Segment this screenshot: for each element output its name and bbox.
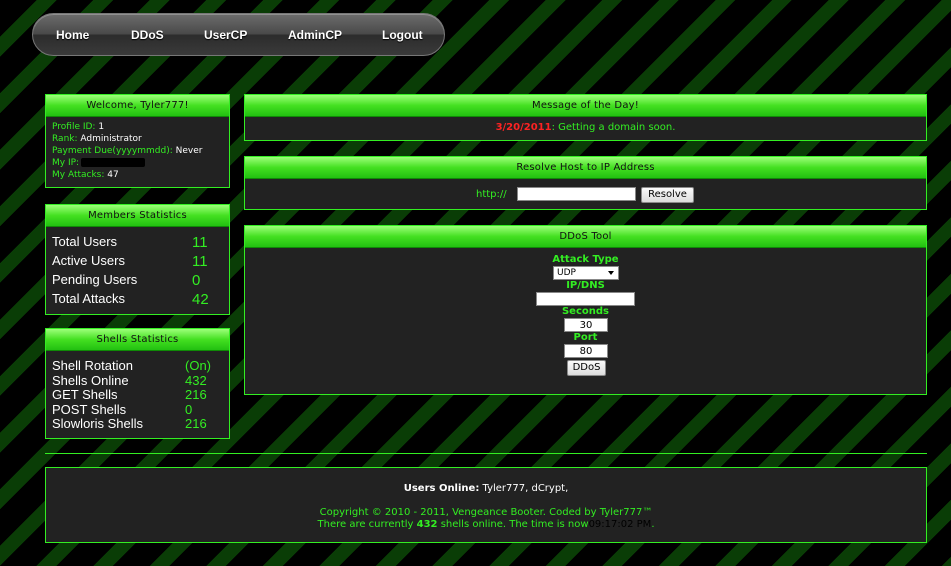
ddos-tool-panel: DDoS Tool Attack Type UDP IP/DNS Seconds… [244, 225, 927, 395]
motd-message: : Getting a domain soon. [551, 122, 676, 133]
resolve-title: Resolve Host to IP Address [245, 157, 926, 179]
shell-row: Shells Online 432 [46, 373, 229, 388]
members-statistics-title: Members Statistics [46, 205, 229, 227]
resolve-host-input[interactable] [517, 187, 636, 201]
welcome-title: Welcome, Tyler777! [46, 95, 229, 117]
motd-date: 3/20/2011 [495, 122, 552, 133]
motd-panel: Message of the Day! 3/20/2011: Getting a… [244, 94, 927, 141]
nav-usercp-link[interactable]: UserCP [204, 28, 247, 42]
port-input[interactable] [564, 344, 608, 358]
stat-row: Total Users 11 [46, 234, 229, 253]
shell-label: Shells Online [52, 372, 129, 388]
shell-label: Slowloris Shells [52, 416, 144, 432]
attack-type-label: Attack Type [552, 254, 619, 265]
welcome-panel: Welcome, Tyler777! Profile ID: 1 Rank: A… [45, 94, 230, 188]
shell-label: Shell Rotation [52, 358, 133, 373]
shell-value: 432 [185, 372, 207, 388]
shells-statistics-title: Shells Statistics [46, 329, 229, 351]
attack-type-value: UDP [557, 268, 576, 278]
stat-label: Pending Users [52, 272, 138, 287]
attack-type-select[interactable]: UDP [553, 266, 619, 280]
members-statistics-panel: Members Statistics Total Users 11 Active … [45, 204, 230, 315]
stat-label: Total Attacks [52, 291, 125, 306]
users-online-line: Users Online: Tyler777, dCrypt, [46, 483, 926, 494]
footer-end: . [651, 519, 655, 530]
payment-due-value: Never [175, 146, 203, 156]
stat-value: 0 [192, 272, 201, 289]
nav-logout-link[interactable]: Logout [382, 28, 423, 42]
redacted-ip [81, 158, 146, 167]
nav-ddos-link[interactable]: DDoS [131, 28, 164, 42]
top-nav-bar: Home DDoS UserCP AdminCP Logout [32, 13, 445, 56]
shell-row: GET Shells 216 [46, 387, 229, 402]
ip-dns-label: IP/DNS [566, 280, 605, 291]
my-ip-label: My IP: [52, 158, 80, 168]
shells-online-suffix: shells online. The time is now [440, 519, 589, 530]
chevron-down-icon [608, 271, 614, 275]
current-time: 09:17:02 PM [588, 519, 652, 530]
shell-row: Shell Rotation (On) [46, 358, 229, 373]
shell-label: POST Shells [52, 401, 127, 417]
welcome-body: Profile ID: 1 Rank: Administrator Paymen… [46, 117, 229, 185]
copyright-text: Copyright © 2010 - 2011, Vengeance Boote… [319, 507, 653, 518]
nav-home-link[interactable]: Home [56, 28, 89, 42]
users-online-label: Users Online: [403, 483, 480, 494]
shells-online-count: 432 [416, 519, 438, 530]
my-attacks-value: 47 [107, 170, 119, 180]
ddos-tool-title: DDoS Tool [245, 226, 926, 248]
shell-value: 0 [185, 401, 193, 417]
motd-body: 3/20/2011: Getting a domain soon. [245, 117, 926, 139]
ip-dns-input[interactable] [536, 292, 635, 306]
my-attacks-label: My Attacks: [52, 170, 105, 180]
stat-row: Active Users 11 [46, 253, 229, 272]
ddos-submit-button[interactable]: DDoS [567, 360, 606, 376]
stat-value: 11 [192, 253, 208, 270]
profile-id-value: 1 [98, 122, 105, 132]
shell-row: POST Shells 0 [46, 402, 229, 417]
port-label: Port [573, 332, 598, 343]
stat-row: Total Attacks 42 [46, 291, 229, 310]
stat-label: Active Users [52, 253, 125, 268]
shell-value: 216 [185, 387, 207, 403]
shells-online-prefix: There are currently [317, 519, 414, 530]
shell-row: Slowloris Shells 216 [46, 416, 229, 431]
rank-label: Rank: [52, 134, 78, 144]
users-online-value: Tyler777, dCrypt, [482, 483, 569, 494]
shells-statistics-panel: Shells Statistics Shell Rotation (On) She… [45, 328, 230, 439]
seconds-input[interactable] [564, 318, 608, 332]
stat-value: 42 [192, 291, 209, 308]
resolve-button[interactable]: Resolve [641, 187, 694, 203]
stat-label: Total Users [52, 234, 118, 249]
payment-due-label: Payment Due(yyyymmdd): [52, 146, 173, 156]
profile-id-label: Profile ID: [52, 122, 96, 132]
nav-admincp-link[interactable]: AdminCP [288, 28, 342, 42]
shell-value: 216 [185, 416, 207, 432]
motd-title: Message of the Day! [245, 95, 926, 117]
seconds-label: Seconds [561, 306, 609, 317]
footer-divider [45, 453, 927, 454]
stat-row: Pending Users 0 [46, 272, 229, 291]
footer-panel: Users Online: Tyler777, dCrypt, Copyrigh… [45, 467, 927, 543]
shell-value: (On) [185, 358, 211, 373]
shells-online-line: There are currently 432 shells online. T… [46, 519, 926, 530]
stat-value: 11 [192, 234, 208, 251]
rank-value: Administrator [80, 134, 142, 144]
resolve-panel: Resolve Host to IP Address http:// Resol… [244, 156, 927, 210]
shell-label: GET Shells [52, 387, 118, 403]
http-prefix-label: http:// [476, 189, 507, 200]
